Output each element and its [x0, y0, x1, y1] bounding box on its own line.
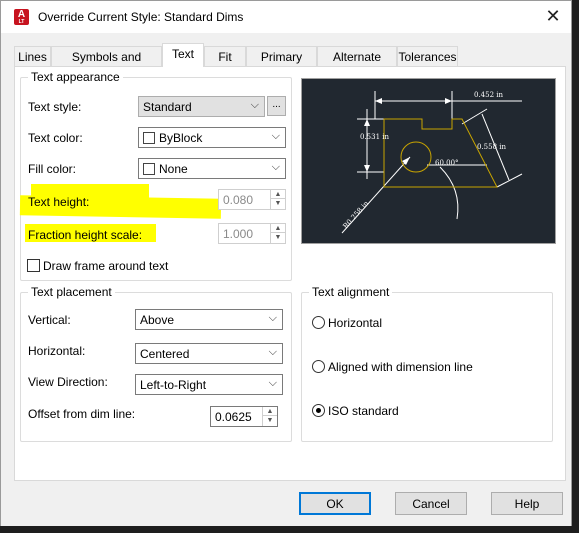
view-direction-value: Left-to-Right — [140, 378, 207, 392]
text-height-stepper[interactable]: 0.080 ▲ ▼ — [218, 189, 286, 210]
chevron-down-icon: ⌵ — [268, 346, 277, 358]
offset-label: Offset from dim line: — [28, 407, 136, 421]
spin-down-icon[interactable]: ▼ — [263, 416, 277, 425]
horizontal-select[interactable]: Centered ⌵ — [135, 343, 283, 364]
horizontal-value: Centered — [140, 347, 190, 361]
tab-alternate-units[interactable]: Alternate Units — [317, 46, 397, 78]
text-appearance-heading: Text appearance — [28, 70, 123, 84]
preview-dim-left: 0.531 in — [360, 133, 390, 141]
window-title: Override Current Style: Standard Dims — [38, 10, 244, 24]
tab-lines[interactable]: Lines — [14, 46, 51, 67]
radio-iso-standard-label: ISO standard — [328, 404, 399, 418]
offset-value: 0.0625 — [215, 410, 252, 424]
radio-iso-standard[interactable] — [312, 404, 325, 417]
ok-button[interactable]: OK — [299, 492, 371, 515]
text-style-select[interactable]: Standard ⌵ — [138, 96, 265, 117]
vertical-label: Vertical: — [28, 313, 71, 327]
radio-aligned-label: Aligned with dimension line — [328, 360, 473, 374]
radio-aligned-with-dimension-line[interactable] — [312, 360, 325, 373]
fill-color-select[interactable]: None ⌵ — [138, 158, 286, 179]
vertical-select[interactable]: Above ⌵ — [135, 309, 283, 330]
dimension-preview: 0.452 in 0.531 in 0.558 in 60.00° R0.258… — [301, 78, 556, 244]
help-button[interactable]: Help — [491, 492, 563, 515]
draw-frame-checkbox[interactable] — [27, 259, 40, 272]
dimension-style-dialog: A LT Override Current Style: Standard Dim… — [0, 0, 572, 533]
color-swatch-icon — [143, 132, 155, 144]
spin-up-icon[interactable]: ▲ — [271, 224, 285, 233]
fraction-height-scale-stepper[interactable]: 1.000 ▲ ▼ — [218, 223, 286, 244]
chevron-down-icon: ⌵ — [250, 99, 259, 111]
chevron-down-icon: ⌵ — [271, 161, 280, 173]
text-color-select[interactable]: ByBlock ⌵ — [138, 127, 286, 148]
title-bar: A LT Override Current Style: Standard Dim… — [1, 1, 571, 33]
spin-down-icon[interactable]: ▼ — [271, 233, 285, 242]
text-alignment-heading: Text alignment — [309, 285, 393, 299]
preview-dim-top: 0.452 in — [474, 91, 504, 99]
spin-up-icon[interactable]: ▲ — [271, 190, 285, 199]
fraction-height-scale-value: 1.000 — [223, 227, 254, 241]
preview-dim-right: 0.558 in — [477, 143, 507, 151]
text-height-label: Text height: — [28, 195, 90, 209]
draw-frame-label: Draw frame around text — [43, 259, 169, 273]
tab-symbols-and-arrows[interactable]: Symbols and Arrows — [51, 46, 162, 78]
preview-dim-radius: R0.258 in — [342, 199, 371, 230]
cancel-button[interactable]: Cancel — [395, 492, 467, 515]
background-app-edge — [0, 526, 579, 533]
text-style-value: Standard — [143, 100, 192, 114]
text-height-value: 0.080 — [223, 193, 254, 207]
radio-horizontal-label: Horizontal — [328, 316, 383, 330]
offset-stepper[interactable]: 0.0625 ▲ ▼ — [210, 406, 278, 427]
fraction-height-scale-label: Fraction height scale: — [28, 228, 143, 242]
preview-drawing: 0.452 in 0.531 in 0.558 in 60.00° R0.258… — [342, 91, 523, 234]
view-direction-select[interactable]: Left-to-Right ⌵ — [135, 374, 283, 395]
fill-color-value: None — [159, 162, 188, 176]
chevron-down-icon: ⌵ — [268, 312, 277, 324]
background-app-edge — [572, 0, 579, 533]
chevron-down-icon: ⌵ — [271, 130, 280, 142]
text-color-value: ByBlock — [159, 131, 203, 145]
fill-color-label: Fill color: — [28, 162, 77, 176]
tab-text[interactable]: Text — [162, 43, 204, 67]
spin-down-icon[interactable]: ▼ — [271, 199, 285, 208]
vertical-value: Above — [140, 313, 175, 327]
spin-up-icon[interactable]: ▲ — [263, 407, 277, 416]
color-swatch-icon — [143, 163, 155, 175]
text-color-label: Text color: — [28, 131, 83, 145]
tab-fit[interactable]: Fit — [204, 46, 246, 67]
horizontal-label: Horizontal: — [28, 344, 86, 358]
tab-primary-units[interactable]: Primary Units — [246, 46, 317, 78]
radio-horizontal[interactable] — [312, 316, 325, 329]
autocad-lt-app-icon: A LT — [14, 9, 29, 25]
text-placement-heading: Text placement — [28, 285, 115, 299]
view-direction-label: View Direction: — [28, 375, 108, 389]
close-icon[interactable]: ✕ — [543, 6, 563, 26]
tab-tolerances[interactable]: Tolerances — [397, 46, 458, 67]
text-style-label: Text style: — [28, 100, 82, 114]
chevron-down-icon: ⌵ — [268, 377, 277, 389]
preview-dim-angle: 60.00° — [435, 159, 459, 167]
text-style-browse-button[interactable]: ... — [267, 96, 286, 116]
